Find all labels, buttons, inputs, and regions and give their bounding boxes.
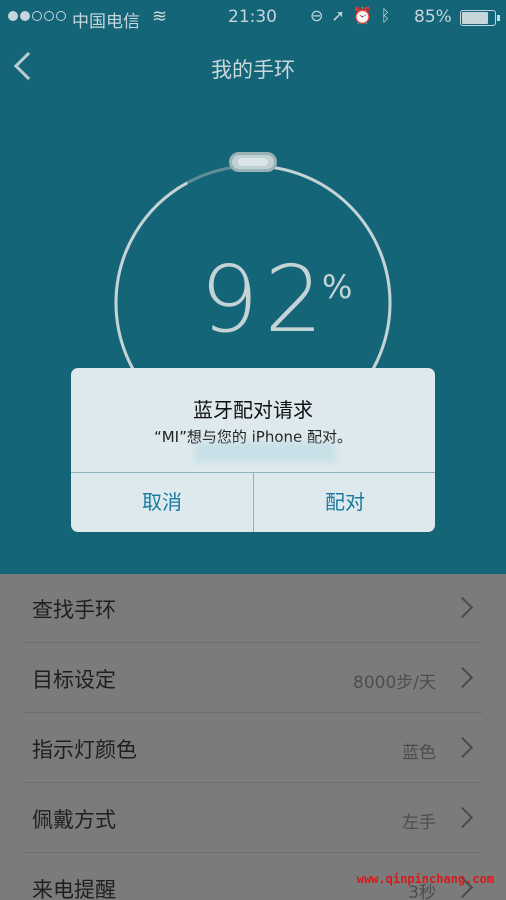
battery-value: 92 bbox=[200, 246, 330, 353]
list-item-label: 目标设定 bbox=[32, 668, 116, 692]
lock-rotation-icon: ⊖ bbox=[310, 6, 324, 25]
status-time: 21:30 bbox=[228, 7, 277, 27]
list-item-value: 左手 bbox=[402, 813, 436, 833]
wifi-icon: ≋ bbox=[152, 6, 168, 27]
page-title: 我的手环 bbox=[211, 58, 295, 82]
list-item-goal[interactable]: 目标设定 8000步/天 bbox=[24, 644, 482, 713]
signal-strength-icon bbox=[8, 11, 66, 21]
cancel-button[interactable]: 取消 bbox=[71, 472, 253, 532]
chevron-right-icon bbox=[451, 666, 474, 689]
blurred-watermark bbox=[195, 442, 335, 462]
battery-unit: % bbox=[322, 268, 353, 306]
list-item-value: 蓝色 bbox=[402, 743, 436, 763]
list-item-label: 查找手环 bbox=[32, 598, 116, 622]
bluetooth-pairing-dialog: 蓝牙配对请求 “MI”想与您的 iPhone 配对。 取消 配对 bbox=[71, 368, 435, 532]
location-icon: ➚ bbox=[331, 6, 345, 25]
settings-list: 查找手环 目标设定 8000步/天 指示灯颜色 蓝色 佩戴方式 左手 来电提醒 … bbox=[0, 574, 506, 900]
navigation-bar: 我的手环 bbox=[0, 36, 506, 100]
dialog-title: 蓝牙配对请求 bbox=[193, 398, 313, 422]
list-item-label: 指示灯颜色 bbox=[32, 738, 137, 762]
battery-icon bbox=[460, 10, 500, 26]
list-item-light-color[interactable]: 指示灯颜色 蓝色 bbox=[24, 714, 482, 783]
list-item-find-band[interactable]: 查找手环 bbox=[24, 574, 482, 643]
alarm-icon: ⏰ bbox=[352, 6, 373, 25]
list-item-label: 佩戴方式 bbox=[32, 808, 116, 832]
carrier-name: 中国电信 bbox=[72, 12, 140, 32]
watermark-url: www.qinpinchang.com bbox=[356, 872, 494, 886]
status-bar: 中国电信 ≋ 21:30 ⊖ ➚ ⏰ ᛒ 85% bbox=[0, 0, 506, 36]
list-item-wear-mode[interactable]: 佩戴方式 左手 bbox=[24, 784, 482, 853]
list-item-label: 来电提醒 bbox=[32, 878, 116, 900]
chevron-right-icon bbox=[451, 806, 474, 829]
battery-percent: 85% bbox=[414, 7, 452, 27]
chevron-right-icon bbox=[451, 736, 474, 759]
bluetooth-icon: ᛒ bbox=[380, 6, 391, 25]
chevron-right-icon bbox=[451, 596, 474, 619]
pair-button[interactable]: 配对 bbox=[254, 472, 435, 532]
band-icon bbox=[229, 152, 277, 172]
list-item-value: 8000步/天 bbox=[353, 673, 436, 693]
